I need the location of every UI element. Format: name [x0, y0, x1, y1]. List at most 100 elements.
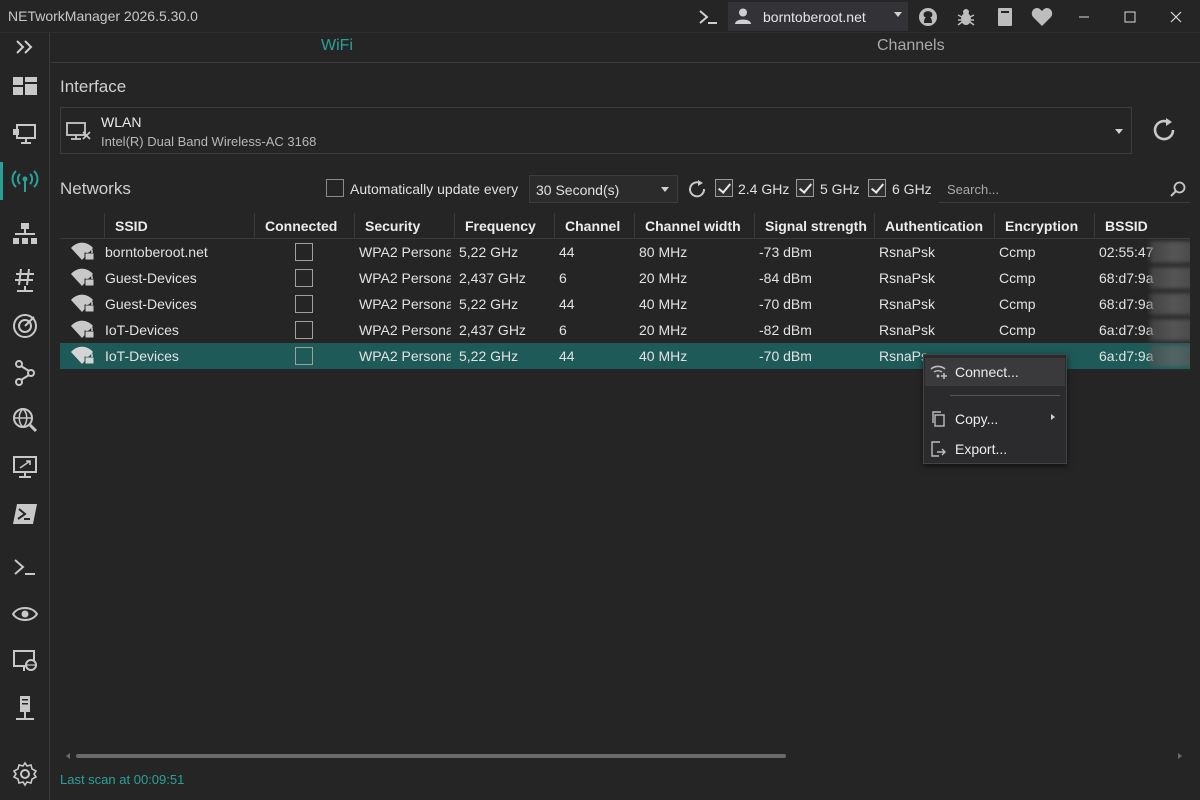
band-5-checkbox[interactable] [796, 179, 814, 197]
heart-icon[interactable] [1029, 4, 1055, 30]
profile-selector[interactable]: borntoberoot.net [728, 2, 908, 31]
column-header-security[interactable]: Security [354, 213, 420, 239]
band-6-checkbox[interactable] [868, 179, 886, 197]
tab-wifi[interactable]: WiFi [321, 37, 353, 55]
wifi-lock-icon [71, 320, 95, 339]
search-icon[interactable] [1170, 181, 1186, 197]
horizontal-scrollbar-thumb[interactable] [76, 754, 786, 758]
connected-checkbox[interactable] [295, 243, 313, 261]
table-row[interactable]: Guest-Devices WPA2 Persona 5,22 GHz 44 4… [60, 291, 1190, 317]
sidebar-item-network-interface[interactable] [0, 111, 50, 157]
cell-bssid: 68:d7:9a [1099, 270, 1154, 286]
dashboard-icon [13, 77, 37, 95]
cell-encryption: Ccmp [999, 322, 1036, 338]
redacted-bssid [1150, 345, 1190, 367]
sidebar-item-port-scanner[interactable] [0, 257, 50, 303]
close-button[interactable] [1153, 0, 1199, 33]
connected-checkbox[interactable] [295, 295, 313, 313]
sidebar-item-putty[interactable] [0, 544, 50, 590]
column-header-channel[interactable]: Channel [554, 213, 620, 239]
column-header-signal-strength[interactable]: Signal strength [754, 213, 867, 239]
redacted-bssid [1150, 241, 1190, 263]
sidebar-item-dns-lookup[interactable] [0, 397, 50, 443]
sidebar-item-ip-scanner[interactable] [0, 211, 50, 257]
profile-name: borntoberoot.net [763, 8, 866, 25]
minimize-button[interactable] [1061, 0, 1107, 33]
connected-checkbox[interactable] [295, 347, 313, 365]
cell-encryption: Ccmp [999, 296, 1036, 312]
network-adapter-icon [66, 122, 91, 140]
wifi-lock-icon [71, 346, 95, 365]
sidebar-item-powershell[interactable] [0, 491, 50, 537]
column-header-authentication[interactable]: Authentication [874, 213, 983, 239]
networks-section-label: Networks [60, 179, 131, 198]
column-header-connected[interactable]: Connected [254, 213, 337, 239]
tab-bar: WiFi Channels [51, 33, 1200, 63]
column-header-ssid[interactable]: SSID [104, 213, 148, 239]
scroll-left-arrow[interactable] [66, 753, 70, 759]
wifi-lock-icon [71, 242, 95, 261]
book-icon[interactable] [992, 4, 1018, 30]
table-row[interactable]: IoT-Devices WPA2 Persona 2,437 GHz 6 20 … [60, 317, 1190, 343]
wifi-connect-icon [930, 365, 947, 379]
cell-ssid: borntoberoot.net [105, 244, 208, 260]
github-icon[interactable] [915, 4, 941, 30]
sidebar-item-dashboard[interactable] [0, 63, 50, 109]
scroll-right-arrow[interactable] [1178, 753, 1182, 759]
server-network-icon [16, 696, 34, 720]
context-menu-copy[interactable]: Copy... [925, 405, 1065, 433]
connected-checkbox[interactable] [295, 321, 313, 339]
band-24-checkbox[interactable] [715, 179, 733, 197]
cell-channel: 44 [559, 244, 575, 260]
powershell-icon[interactable] [695, 4, 721, 30]
cell-ssid: IoT-Devices [105, 322, 179, 338]
auto-update-checkbox[interactable] [326, 179, 344, 197]
cell-ssid: Guest-Devices [105, 296, 197, 312]
sidebar-item-wifi[interactable] [0, 158, 50, 204]
cell-channel-width: 40 MHz [639, 348, 688, 364]
app-title: NETworkManager 2026.5.30.0 [8, 8, 198, 24]
lan-icon [13, 223, 37, 244]
table-row[interactable]: borntoberoot.net WPA2 Persona 5,22 GHz 4… [60, 239, 1190, 265]
wifi-antenna-icon [11, 170, 39, 192]
sidebar-item-snmp[interactable] [0, 686, 50, 732]
interface-name: WLAN [101, 114, 142, 130]
cell-security: WPA2 Persona [359, 322, 451, 338]
sidebar-item-tigervnc[interactable] [0, 591, 50, 637]
cell-authentication: RsnaPsk [879, 244, 936, 260]
cell-frequency: 2,437 GHz [459, 270, 526, 286]
sidebar-item-web-console[interactable] [0, 638, 50, 684]
cell-authentication: RsnaPsk [879, 322, 936, 338]
redacted-bssid [1150, 319, 1190, 341]
tab-channels[interactable]: Channels [877, 37, 945, 55]
bug-icon[interactable] [953, 4, 979, 30]
interface-select[interactable]: WLAN Intel(R) Dual Band Wireless-AC 3168 [60, 107, 1132, 154]
refresh-interfaces-button[interactable] [1150, 116, 1180, 146]
connected-checkbox[interactable] [295, 269, 313, 287]
update-interval-select[interactable]: 30 Second(s) [529, 175, 678, 203]
context-menu-export[interactable]: Export... [925, 435, 1065, 463]
sidebar-item-remote-desktop[interactable] [0, 444, 50, 490]
context-menu-separator [950, 395, 1060, 396]
band-6-label: 6 GHz [892, 181, 932, 197]
hash-network-icon [15, 268, 34, 292]
title-bar: NETworkManager 2026.5.30.0 borntoberoot.… [0, 0, 1200, 33]
cell-channel: 44 [559, 348, 575, 364]
band-24-label: 2.4 GHz [738, 181, 790, 197]
sidebar-item-ping-monitor[interactable] [0, 303, 50, 349]
maximize-button[interactable] [1107, 0, 1153, 33]
table-header: SSID Connected Security Frequency Channe… [60, 213, 1190, 239]
table-row[interactable]: Guest-Devices WPA2 Persona 2,437 GHz 6 2… [60, 265, 1190, 291]
cell-channel: 6 [559, 270, 567, 286]
refresh-networks-button[interactable] [687, 179, 707, 199]
column-header-frequency[interactable]: Frequency [454, 213, 536, 239]
column-header-encryption[interactable]: Encryption [994, 213, 1078, 239]
context-menu-connect[interactable]: Connect... [925, 358, 1065, 386]
sidebar-item-traceroute[interactable] [0, 350, 50, 396]
column-header-channel-width[interactable]: Channel width [634, 213, 741, 239]
column-header-bssid[interactable]: BSSID [1094, 213, 1148, 239]
copy-icon [932, 411, 945, 427]
chevron-down-icon [894, 12, 902, 17]
sidebar-item-settings[interactable] [0, 751, 50, 797]
search-input[interactable] [939, 175, 1159, 203]
